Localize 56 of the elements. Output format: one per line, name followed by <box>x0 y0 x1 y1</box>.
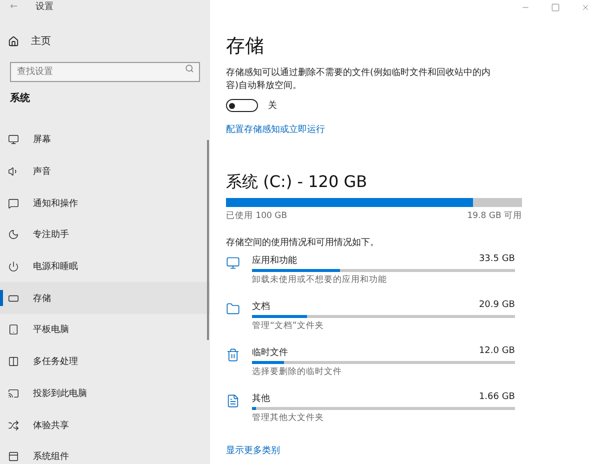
home-icon <box>8 36 19 46</box>
sidebar-item[interactable]: 体验共享 <box>0 409 210 441</box>
tablet-icon <box>8 324 19 336</box>
used-space-text: 已使用 100 GB <box>226 210 288 222</box>
monitor-icon <box>226 256 240 270</box>
sidebar-item[interactable]: 屏幕 <box>0 124 210 156</box>
sidebar-item[interactable]: 投影到此电脑 <box>0 378 210 410</box>
columns-icon <box>8 356 19 368</box>
toggle-switch[interactable] <box>226 99 258 112</box>
category-name[interactable]: 其他 <box>252 392 270 405</box>
window-title: 设置 <box>36 0 54 13</box>
category-name[interactable]: 临时文件 <box>252 346 288 359</box>
home-item[interactable]: 主页 <box>0 34 210 48</box>
close-icon <box>580 2 590 12</box>
drive-title: 系统 (C:) - 120 GB <box>226 172 368 193</box>
sidebar-item[interactable]: 电源和睡眠 <box>0 250 210 282</box>
search-field[interactable]: 查找设置 <box>10 62 200 82</box>
trash-icon <box>226 348 240 362</box>
category-size: 33.5 GB <box>478 254 515 266</box>
category-name[interactable]: 应用和功能 <box>252 254 297 267</box>
shuffle-icon <box>8 420 19 431</box>
category-size: 20.9 GB <box>478 300 515 312</box>
maximize-icon <box>550 2 560 12</box>
folder-icon <box>226 302 240 316</box>
sidebar-item[interactable]: 平板电脑 <box>0 314 210 346</box>
category-size: 1.66 GB <box>478 392 515 404</box>
cast-icon <box>8 388 19 399</box>
sidebar-item[interactable]: 声音 <box>0 156 210 188</box>
sidebar-item[interactable]: 通知和操作 <box>0 187 210 220</box>
document-icon <box>226 394 240 408</box>
category-hint: 管理其他大文件夹 <box>252 412 325 424</box>
category-name[interactable]: 文档 <box>252 300 270 313</box>
sidebar-item[interactable]: 专注助手 <box>0 219 210 251</box>
more-categories-link[interactable]: 显示更多类别 <box>226 444 280 457</box>
moon-icon <box>8 229 19 240</box>
summary-text: 存储空间的使用情况和可用情况如下。 <box>226 238 379 248</box>
category-hint: 卸载未使用或不想要的应用和功能 <box>252 274 388 286</box>
drive-icon <box>8 292 19 304</box>
sidebar-item[interactable]: 存储 <box>0 282 210 314</box>
sidebar-item[interactable]: 系统组件 <box>0 440 210 464</box>
monitor-icon <box>8 134 19 146</box>
toggle-label: 关 <box>268 100 277 112</box>
page-title: 存储 <box>226 34 265 59</box>
category-size: 12.0 GB <box>478 346 515 358</box>
sidebar-item[interactable]: 多任务处理 <box>0 346 210 378</box>
message-icon <box>8 198 19 209</box>
configure-link[interactable]: 配置存储感知或立即运行 <box>226 123 325 136</box>
category-hint: 选择要删除的临时文件 <box>252 366 343 378</box>
power-icon <box>8 261 19 272</box>
search-icon <box>185 64 194 73</box>
speaker-icon <box>8 166 19 178</box>
free-space-text: 19.8 GB 可用 <box>467 210 522 222</box>
window-icon <box>8 451 19 462</box>
section-heading: 系统 <box>10 92 31 105</box>
description-text: 存储感知可以通过删除不需要的文件(例如临时文件和回收站中的内容)自动释放空间。 <box>226 67 492 93</box>
category-hint: 管理“文档”文件夹 <box>252 320 325 332</box>
